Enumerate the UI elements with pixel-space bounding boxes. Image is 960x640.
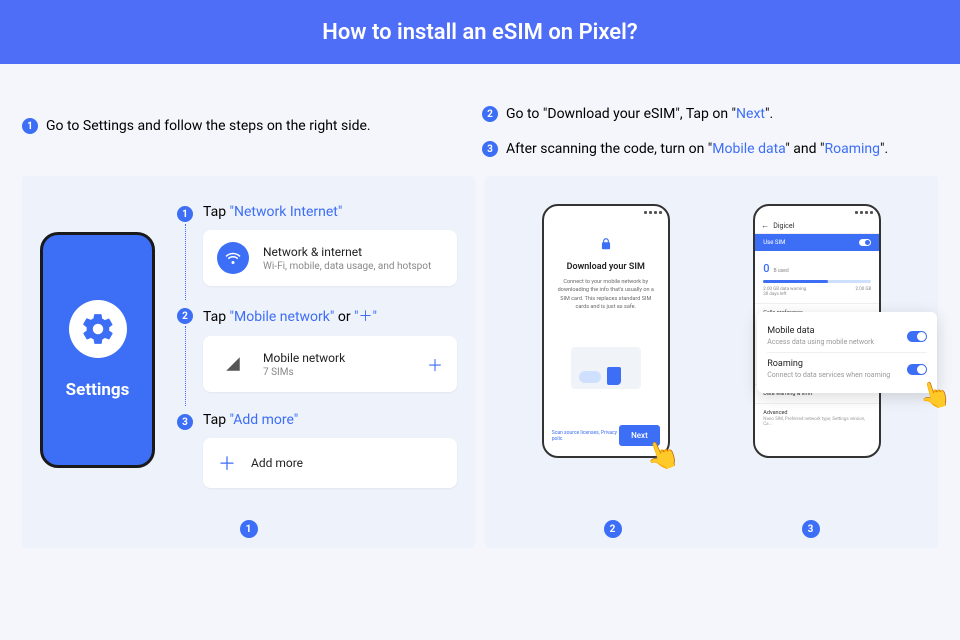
use-sim-row[interactable]: Use SIM [755,234,879,251]
panel-right: Download your SIM Connect to your mobile… [485,176,938,548]
download-sim-title: Download your SIM [554,262,658,272]
intro-step-3-text-a: After scanning the code, turn on " [506,141,712,157]
mobile-data-link: Mobile data [712,141,785,157]
step3-link: "Add more" [230,412,299,428]
intro-step-3-text-b: ". [880,141,888,157]
panel-1: Settings 1 Tap "Network Internet" Networ… [22,176,475,548]
network-internet-card[interactable]: Network & internet Wi-Fi, mobile, data u… [203,230,457,286]
mobile-network-card[interactable]: Mobile network 7 SIMs ＋ [203,336,457,392]
card-title: Add more [251,456,303,470]
intro-step-3-mid: " and " [785,141,824,157]
page-title: How to install an eSIM on Pixel? [322,20,637,45]
toggle-on-icon[interactable] [859,239,871,246]
step-number-icon: 3 [177,414,193,430]
row-title: Advanced [763,410,871,416]
use-sim-label: Use SIM [763,239,785,246]
footer-link[interactable]: Scan source licenses, Privacy polic [552,430,619,442]
usage-value: 0 [763,262,769,275]
days-left: 30 days left [763,292,786,297]
back-arrow-icon[interactable]: ← [761,221,769,230]
panels: Settings 1 Tap "Network Internet" Networ… [0,176,960,570]
status-bar [544,206,668,218]
roaming-title: Roaming [767,359,890,369]
signal-icon [217,348,249,380]
roaming-sub: Connect to data services when roaming [767,371,890,379]
mobile-data-title: Mobile data [767,326,874,336]
gear-icon [69,300,127,358]
advanced-row[interactable]: Advanced Nano SIM, Preferred network typ… [755,403,879,433]
intro-step-1: 1 Go to Settings and follow the steps on… [22,116,371,137]
card-title: Network & internet [263,245,431,259]
step2-mid: or [334,309,354,325]
card-subtitle: Wi-Fi, mobile, data usage, and hotspot [263,261,431,272]
plus-icon[interactable]: ＋ [427,352,443,376]
step-number-icon: 3 [482,141,498,157]
data-limit: 2.00 GB [855,287,871,292]
panel-badge-1: 1 [240,520,258,538]
step1-link: "Network Internet" [230,204,343,220]
cloud-icon [579,371,601,383]
roaming-row[interactable]: Roaming Connect to data services when ro… [767,352,927,385]
intro-step-2-text-a: Go to "Download your eSIM", Tap on " [506,106,736,122]
mobile-data-sub: Access data using mobile network [767,338,874,346]
settings-label: Settings [66,380,130,400]
toggle-on-icon[interactable] [907,364,927,375]
settings-phone-mock: Settings [40,232,155,468]
wifi-icon [217,242,249,274]
lock-icon [599,236,613,252]
step1-prefix: Tap [203,204,230,220]
step3-prefix: Tap [203,412,230,428]
status-bar [755,206,879,218]
download-sim-desc: Connect to your mobile network by downlo… [554,278,658,311]
step-number-icon: 1 [22,118,38,134]
step-number-icon: 2 [482,106,498,122]
roaming-link: Roaming [824,141,880,157]
steps-list: 1 Tap "Network Internet" Network & inter… [177,204,457,508]
card-title: Mobile network [263,351,345,365]
mobile-data-row[interactable]: Mobile data Access data using mobile net… [767,320,927,352]
intro-step-2-text-b: ". [765,106,773,122]
pointer-hand-icon: 👆 [916,377,955,414]
intro-step-2: 2 Go to "Download your eSIM", Tap on "Ne… [482,104,938,125]
intro-step-1-text: Go to Settings and follow the steps on t… [46,116,371,137]
step2-link2: "＋" [354,309,377,325]
panel-badge-3: 3 [802,520,820,538]
card-subtitle: 7 SIMs [263,367,345,378]
usage-unit: B used [773,268,788,274]
next-link: Next [736,106,765,122]
page-header: How to install an eSIM on Pixel? [0,0,960,64]
step2-prefix: Tap [203,309,230,325]
carrier-name: Digicel [773,222,794,230]
plus-icon: ＋ [217,450,237,476]
step2-link: "Mobile network" [230,309,335,325]
step-number-icon: 2 [177,308,193,324]
toggle-on-icon[interactable] [907,331,927,342]
sim-chip-icon [607,367,621,385]
intro-section: 1 Go to Settings and follow the steps on… [0,64,960,176]
row-sub: Nano SIM, Preferred network type, Settin… [763,417,871,427]
sim-illustration [571,347,641,389]
download-sim-phone: Download your SIM Connect to your mobile… [542,204,670,458]
panel-badge-2: 2 [604,520,622,538]
step-number-icon: 1 [177,206,193,222]
toggle-overlay: Mobile data Access data using mobile net… [757,312,937,393]
add-more-card[interactable]: ＋ Add more [203,438,457,488]
intro-step-3: 3 After scanning the code, turn on "Mobi… [482,139,938,160]
data-usage-section: 0 B used 2.00 GB data warning2.00 GB 30 … [755,251,879,303]
